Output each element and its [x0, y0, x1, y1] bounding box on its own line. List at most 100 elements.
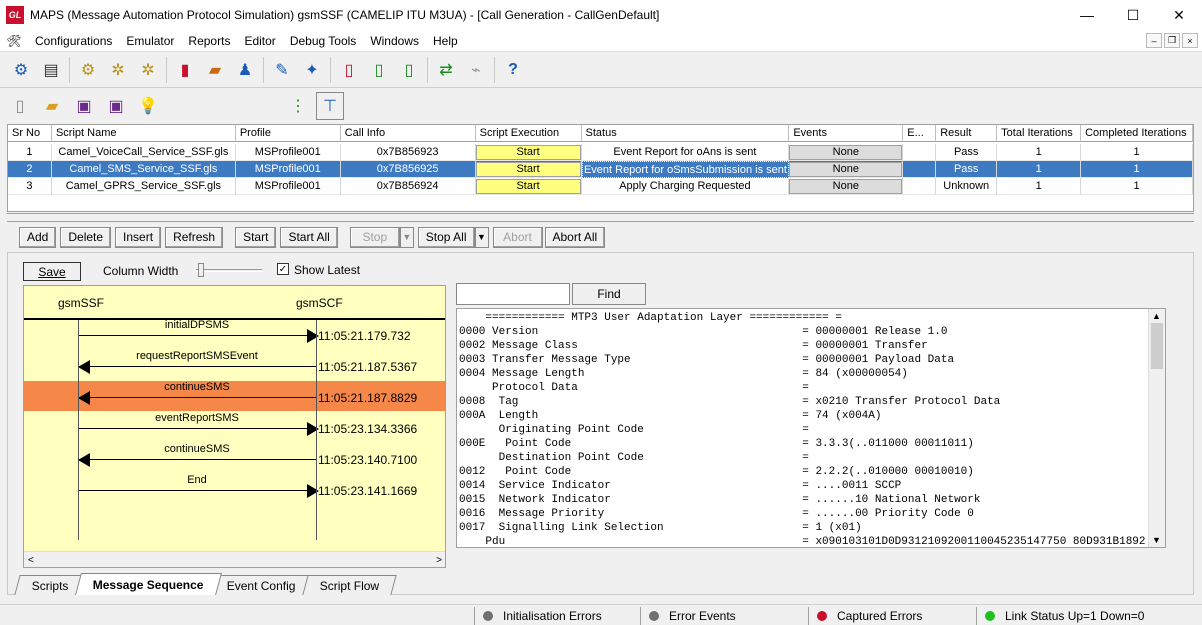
abort-button[interactable]: Abort: [492, 226, 543, 248]
table-row-selected[interactable]: 2 Camel_SMS_Service_SSF.gls MSProfile001…: [8, 161, 1193, 178]
doc-c-icon[interactable]: ▯: [365, 56, 393, 84]
menu-emulator[interactable]: Emulator: [119, 30, 181, 52]
menu-debug-tools[interactable]: Debug Tools: [283, 30, 364, 52]
find-button[interactable]: Find: [572, 283, 646, 305]
start-script-button[interactable]: Start: [475, 161, 581, 177]
open-folder-icon[interactable]: ▰: [38, 92, 66, 120]
col-events[interactable]: Events: [789, 125, 904, 142]
briefcase-icon[interactable]: ▰: [201, 56, 229, 84]
menu-editor[interactable]: Editor: [237, 30, 282, 52]
insert-button[interactable]: Insert: [115, 226, 162, 248]
mdi-close-button[interactable]: ×: [1182, 33, 1198, 48]
sequence-message[interactable]: End 11:05:23.141.1669: [24, 474, 445, 504]
col-e[interactable]: E...: [903, 125, 937, 142]
close-button[interactable]: ✕: [1156, 0, 1202, 30]
document-icon[interactable]: ▤: [37, 56, 65, 84]
col-result[interactable]: Result: [936, 125, 998, 142]
abort-all-button[interactable]: Abort All: [544, 226, 606, 248]
configure-icon[interactable]: ⚙: [7, 56, 35, 84]
decode-vertical-scrollbar[interactable]: ▲ ▼: [1148, 309, 1165, 547]
message-label: requestReportSMSEvent: [136, 350, 258, 362]
start-script-button[interactable]: Start: [475, 178, 581, 194]
save-as-icon[interactable]: ▣: [102, 92, 130, 120]
lifeline-left: [78, 320, 79, 540]
sequence-message[interactable]: continueSMS 11:05:21.187.8829: [24, 381, 445, 411]
save-icon[interactable]: ▣: [70, 92, 98, 120]
stop-all-dropdown-icon[interactable]: ▼: [474, 226, 489, 248]
events-button[interactable]: None: [789, 161, 903, 177]
vertical-splitter[interactable]: [448, 285, 454, 568]
events-button[interactable]: None: [789, 178, 903, 194]
vertical-layout-icon[interactable]: ⋮: [284, 92, 312, 120]
show-latest-checkbox[interactable]: ✓: [277, 263, 289, 275]
delete-button[interactable]: Delete: [60, 226, 112, 248]
add-button[interactable]: Add: [19, 226, 57, 248]
col-sr-no[interactable]: Sr No: [8, 125, 52, 142]
doc-d-icon[interactable]: ▯: [335, 56, 363, 84]
events-button[interactable]: None: [789, 144, 903, 160]
disconnect-icon[interactable]: ⌁: [462, 56, 490, 84]
gears-icon[interactable]: ✲: [104, 56, 132, 84]
scroll-down-icon[interactable]: ▼: [1152, 535, 1161, 545]
menu-reports[interactable]: Reports: [181, 30, 237, 52]
scroll-thumb[interactable]: [1151, 323, 1163, 369]
cogs-icon[interactable]: ✲: [134, 56, 162, 84]
lightbulb-icon[interactable]: 💡: [134, 92, 162, 120]
col-call-info[interactable]: Call Info: [340, 125, 476, 142]
tab-message-sequence[interactable]: Message Sequence: [74, 573, 222, 595]
col-profile[interactable]: Profile: [235, 125, 341, 142]
sequence-message[interactable]: eventReportSMS 11:05:23.134.3366: [24, 412, 445, 442]
start-script-button[interactable]: Start: [475, 144, 581, 160]
settings-gear-icon[interactable]: ⚙: [74, 56, 102, 84]
table-row[interactable]: 1 Camel_VoiceCall_Service_SSF.gls MSProf…: [8, 144, 1193, 161]
cell-e: [903, 161, 937, 178]
connect-icon[interactable]: ⇄: [432, 56, 460, 84]
stop-all-button[interactable]: Stop All: [417, 226, 475, 248]
start-button[interactable]: Start: [235, 226, 277, 248]
tab-script-flow[interactable]: Script Flow: [302, 575, 398, 595]
col-total-iterations[interactable]: Total Iterations: [997, 125, 1082, 142]
mdi-restore-button[interactable]: ❐: [1164, 33, 1180, 48]
col-script-execution[interactable]: Script Execution: [475, 125, 582, 142]
tab-event-config[interactable]: Event Config: [209, 575, 314, 595]
edit-icon[interactable]: ✎: [268, 56, 296, 84]
help-icon[interactable]: ?: [499, 56, 527, 84]
status-init-errors[interactable]: Initialisation Errors: [474, 607, 638, 625]
table-row[interactable]: 3 Camel_GPRS_Service_SSF.gls MSProfile00…: [8, 178, 1193, 195]
stop-button[interactable]: Stop: [349, 226, 400, 248]
profiles-icon[interactable]: ▮: [171, 56, 199, 84]
doc-p-icon[interactable]: ▯: [395, 56, 423, 84]
refresh-button[interactable]: Refresh: [165, 226, 224, 248]
cell-script: Camel_SMS_Service_SSF.gls: [51, 161, 236, 178]
scroll-left-icon[interactable]: <: [28, 555, 34, 566]
start-all-button[interactable]: Start All: [280, 226, 338, 248]
tree-layout-icon[interactable]: ⊤: [316, 92, 344, 120]
minimize-button[interactable]: —: [1064, 0, 1110, 30]
sequence-message[interactable]: continueSMS 11:05:23.140.7100: [24, 443, 445, 473]
menu-windows[interactable]: Windows: [363, 30, 426, 52]
save-button[interactable]: Save: [23, 262, 81, 281]
stop-dropdown-icon[interactable]: ▼: [399, 226, 414, 248]
maximize-button[interactable]: ☐: [1110, 0, 1156, 30]
find-input[interactable]: [456, 283, 570, 305]
col-script-name[interactable]: Script Name: [51, 125, 236, 142]
sequence-message[interactable]: initialDPSMS 11:05:21.179.732: [24, 319, 445, 349]
status-error-events[interactable]: Error Events: [640, 607, 804, 625]
user-config-icon[interactable]: ♟: [231, 56, 259, 84]
mdi-minimize-button[interactable]: –: [1146, 33, 1162, 48]
col-completed-iterations[interactable]: Completed Iterations: [1081, 125, 1194, 142]
decode-horizontal-scrollbar[interactable]: [456, 548, 1166, 568]
col-status[interactable]: Status: [581, 125, 790, 142]
column-width-slider[interactable]: [196, 269, 262, 272]
status-captured-errors[interactable]: Captured Errors: [808, 607, 972, 625]
column-width-slider-thumb[interactable]: [198, 263, 204, 277]
horizontal-splitter[interactable]: [7, 213, 1194, 222]
menu-configurations[interactable]: Configurations: [28, 30, 119, 52]
scroll-up-icon[interactable]: ▲: [1152, 311, 1161, 321]
sequence-horizontal-scrollbar[interactable]: < >: [24, 551, 445, 567]
scroll-right-icon[interactable]: >: [436, 555, 442, 566]
sequence-message[interactable]: requestReportSMSEvent 11:05:21.187.5367: [24, 350, 445, 380]
new-file-icon[interactable]: ▯: [6, 92, 34, 120]
network-icon[interactable]: ✦: [298, 56, 326, 84]
menu-help[interactable]: Help: [426, 30, 465, 52]
